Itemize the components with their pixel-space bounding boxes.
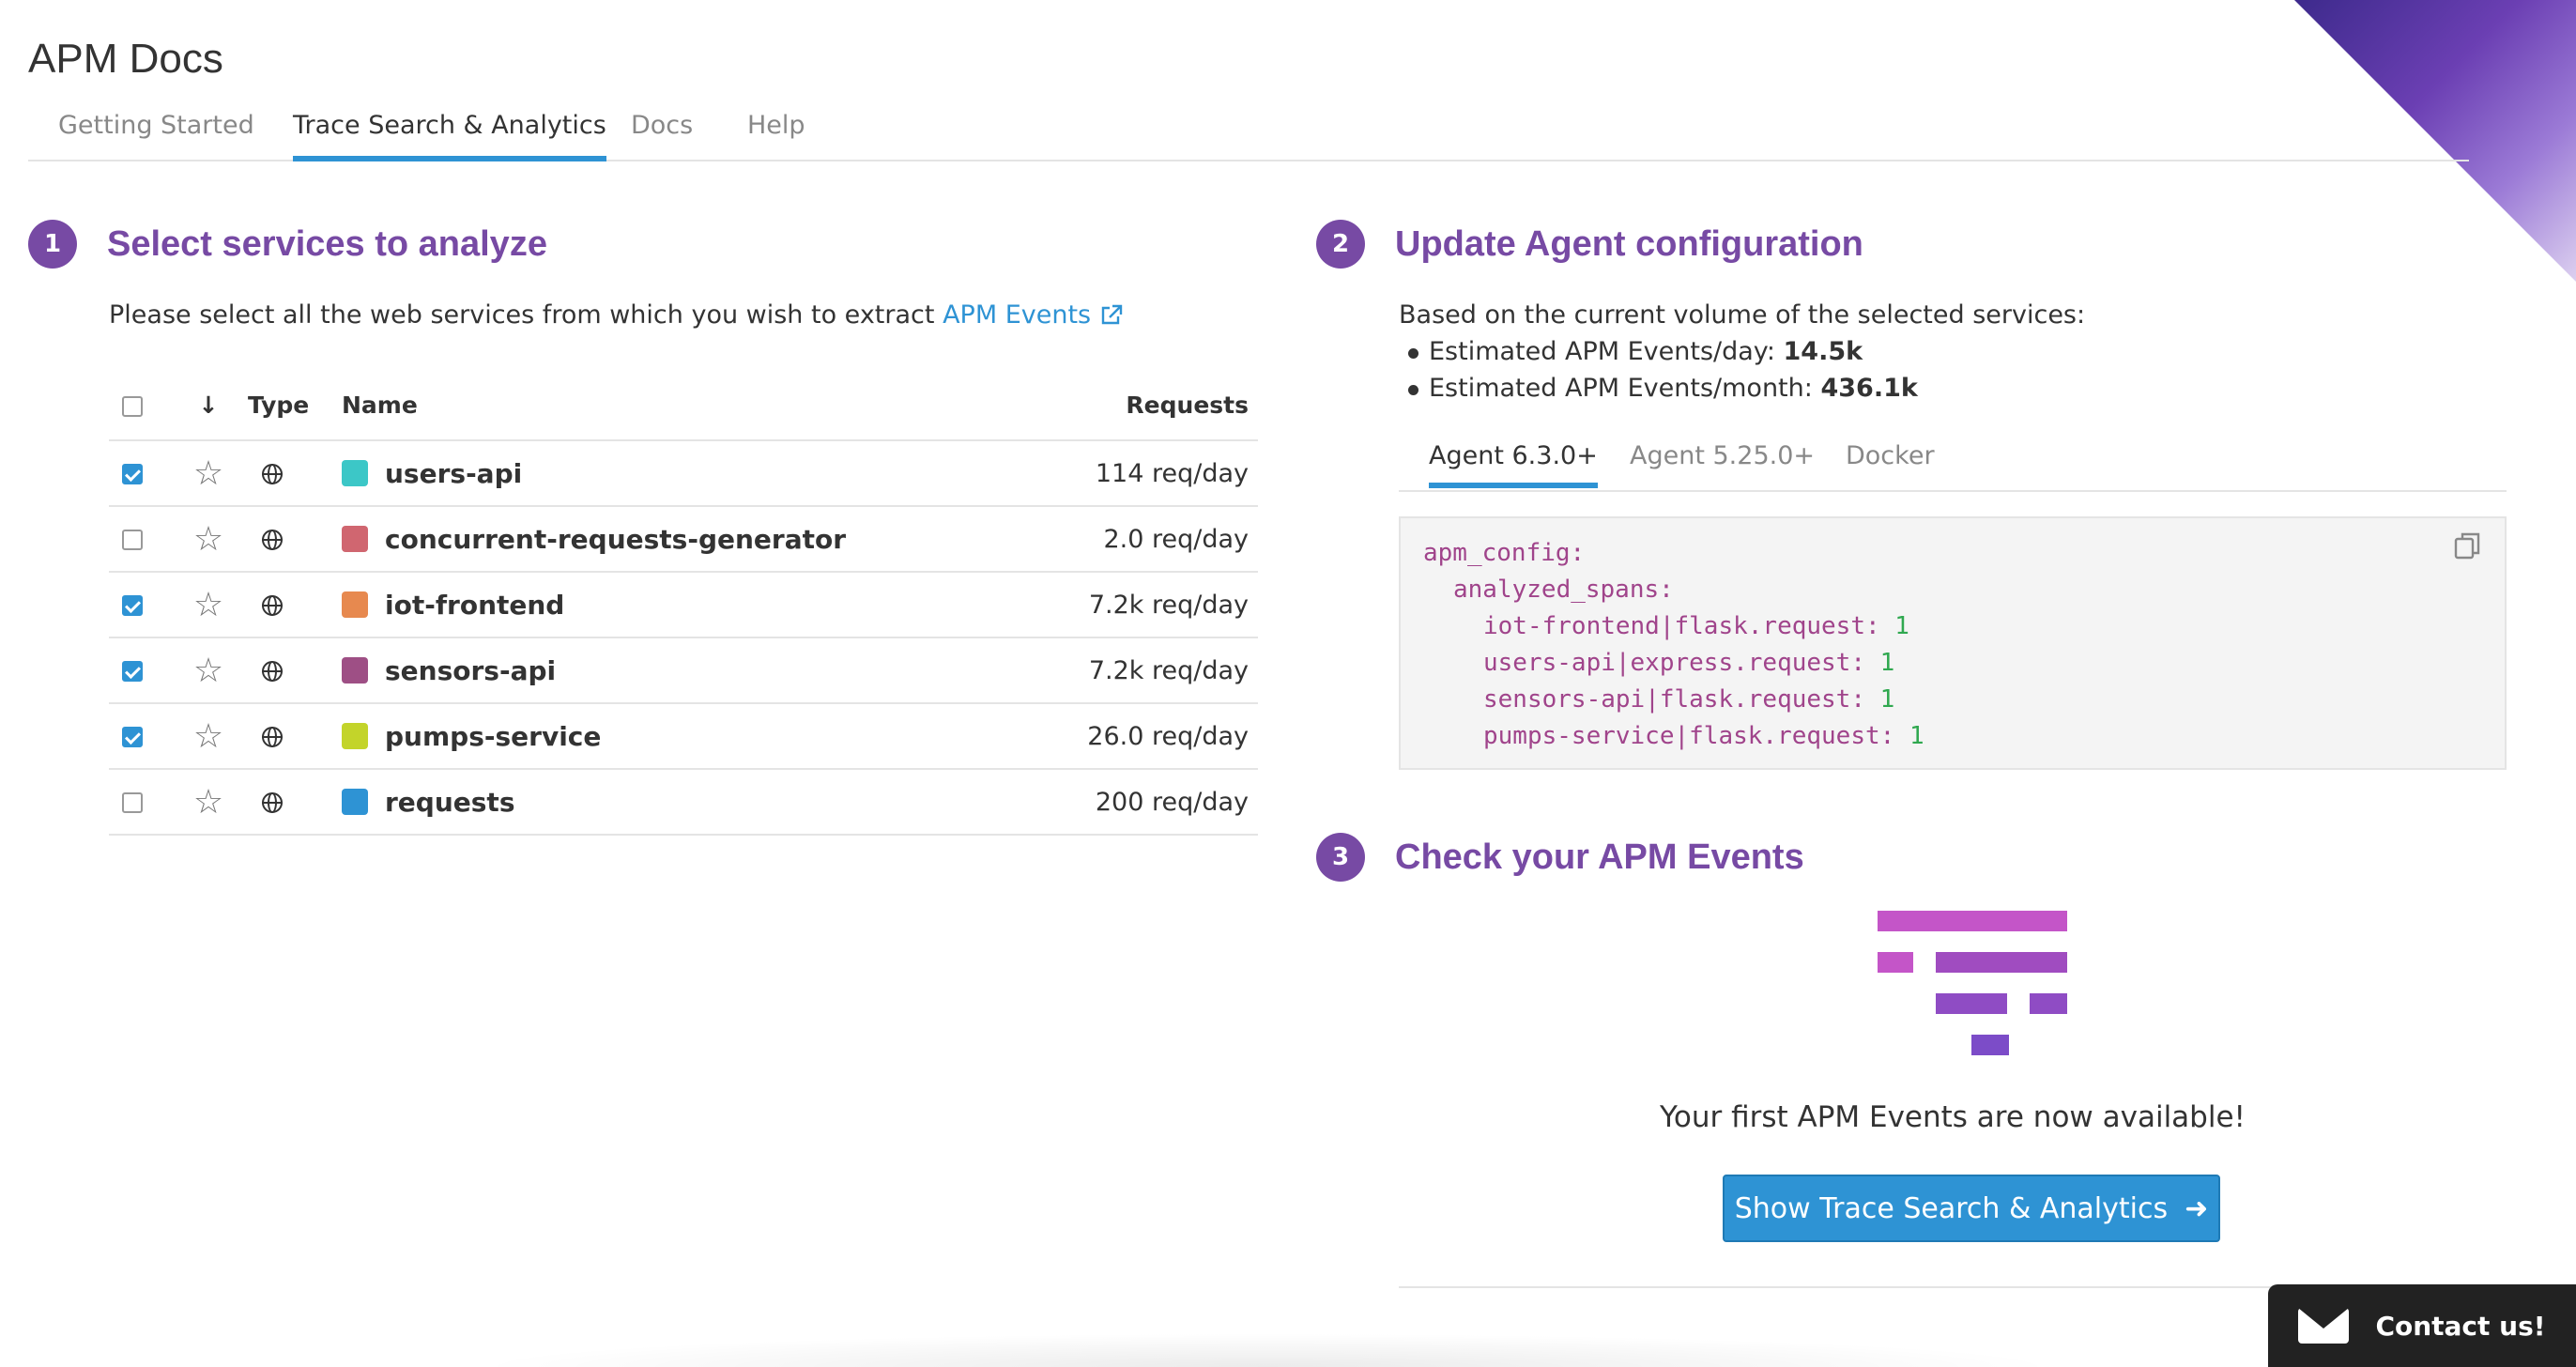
agent-tabs: Agent 6.3.0+ Agent 5.25.0+ Docker [1399,421,2507,492]
step-3-header: 3 Check your APM Events [1316,833,1804,882]
step-2-header: 2 Update Agent configuration [1316,220,1863,269]
service-color-swatch [342,526,368,552]
star-icon[interactable]: ☆ [193,586,223,624]
step-number: 1 [28,220,77,269]
service-color-swatch [342,657,368,684]
page-title: APM Docs [28,36,223,82]
main-tabs: Getting Started Trace Search & Analytics… [28,94,2469,161]
step-number: 2 [1316,220,1365,269]
service-color-swatch [342,723,368,749]
globe-icon [262,661,283,682]
step-number: 3 [1316,833,1365,882]
code-line: users-api|express.request: 1 [1483,649,1895,677]
contact-label: Contact us! [2375,1310,2546,1342]
star-icon[interactable]: ☆ [193,783,223,822]
table-row[interactable]: ☆ users-api 114 req/day [109,440,1258,507]
sort-arrow[interactable]: ↓ [170,370,247,441]
service-name: users-api [385,457,523,489]
column-name[interactable]: Name [341,370,1026,441]
star-icon[interactable]: ☆ [193,652,223,690]
tab-help[interactable]: Help [747,111,805,156]
page-shadow [469,1333,2065,1367]
arrow-right-icon: ➜ [2185,1191,2209,1225]
service-requests: 200 req/day [1025,769,1258,836]
estimate-list: Estimated APM Events/day: 14.5k Estimate… [1399,337,2085,403]
tab-agent-5[interactable]: Agent 5.25.0+ [1630,441,1815,483]
tab-agent-6[interactable]: Agent 6.3.0+ [1429,441,1598,488]
row-checkbox[interactable] [122,792,143,813]
tab-docs[interactable]: Docs [631,111,693,156]
step-title: Select services to analyze [107,223,547,264]
service-requests: 2.0 req/day [1025,506,1258,573]
service-requests: 7.2k req/day [1025,572,1258,638]
services-table: ↓ Type Name Requests ☆ users-api 114 req/d… [109,370,1258,836]
column-type[interactable]: Type [247,370,341,441]
select-all-checkbox[interactable] [122,395,143,417]
table-row[interactable]: ☆ pumps-service 26.0 req/day [109,703,1258,770]
button-label: Show Trace Search & Analytics [1734,1191,2169,1225]
row-checkbox[interactable] [122,464,143,484]
code-line: sensors-api|flask.request: 1 [1483,685,1895,714]
row-checkbox[interactable] [122,727,143,747]
step-1-intro: Please select all the web services from … [109,300,1124,330]
table-row[interactable]: ☆ sensors-api 7.2k req/day [109,637,1258,704]
star-icon[interactable]: ☆ [193,717,223,756]
list-item: Estimated APM Events/month: 436.1k [1407,374,2085,403]
service-requests: 26.0 req/day [1025,703,1258,770]
row-checkbox[interactable] [122,661,143,682]
table-row[interactable]: ☆ requests 200 req/day [109,769,1258,836]
globe-icon [262,792,283,813]
tab-getting-started[interactable]: Getting Started [58,111,254,156]
service-name: sensors-api [385,654,557,686]
service-name: iot-frontend [385,589,565,621]
tab-docker[interactable]: Docker [1846,441,1935,483]
table-row[interactable]: ☆ concurrent-requests-generator 2.0 req/da… [109,506,1258,573]
column-requests[interactable]: Requests [1025,370,1258,441]
service-name: pumps-service [385,720,602,752]
star-icon[interactable]: ☆ [193,454,223,493]
external-link-icon [1101,304,1122,325]
code-line: pumps-service|flask.request: 1 [1483,722,1924,750]
star-icon[interactable]: ☆ [193,520,223,559]
step-1-header: 1 Select services to analyze [28,220,547,269]
code-line: apm_config: [1423,539,1586,567]
copy-icon[interactable] [2454,531,2482,561]
tab-trace-search-analytics[interactable]: Trace Search & Analytics [293,111,606,161]
globe-icon [262,530,283,550]
globe-icon [262,727,283,747]
service-name: requests [385,786,515,818]
envelope-icon [2298,1308,2350,1344]
step-2-body: Based on the current volume of the selec… [1399,300,2085,403]
config-code-block: apm_config: analyzed_spans: iot-frontend… [1399,516,2507,770]
globe-icon [262,464,283,484]
row-checkbox[interactable] [122,595,143,616]
service-color-swatch [342,789,368,815]
service-color-swatch [342,591,368,618]
step-title: Check your APM Events [1395,837,1804,877]
code-line: iot-frontend|flask.request: 1 [1483,612,1909,640]
intro-text: Please select all the web services from … [109,300,935,330]
show-trace-search-button[interactable]: Show Trace Search & Analytics ➜ [1723,1175,2220,1242]
service-requests: 7.2k req/day [1025,637,1258,704]
row-checkbox[interactable] [122,530,143,550]
list-item: Estimated APM Events/day: 14.5k [1407,337,2085,366]
service-requests: 114 req/day [1025,440,1258,507]
apm-events-icon [1878,911,2067,1055]
apm-events-link[interactable]: APM Events [943,300,1124,330]
globe-icon [262,595,283,616]
volume-intro: Based on the current volume of the selec… [1399,300,2086,330]
table-header-row: ↓ Type Name Requests [109,370,1258,441]
table-row[interactable]: ☆ iot-frontend 7.2k req/day [109,572,1258,638]
step-title: Update Agent configuration [1395,223,1863,264]
events-available-message: Your first APM Events are now available! [1660,1100,2246,1134]
service-color-swatch [342,460,368,486]
service-name: concurrent-requests-generator [385,523,847,555]
code-line: analyzed_spans: [1453,576,1674,604]
contact-us-button[interactable]: Contact us! [2268,1284,2576,1367]
